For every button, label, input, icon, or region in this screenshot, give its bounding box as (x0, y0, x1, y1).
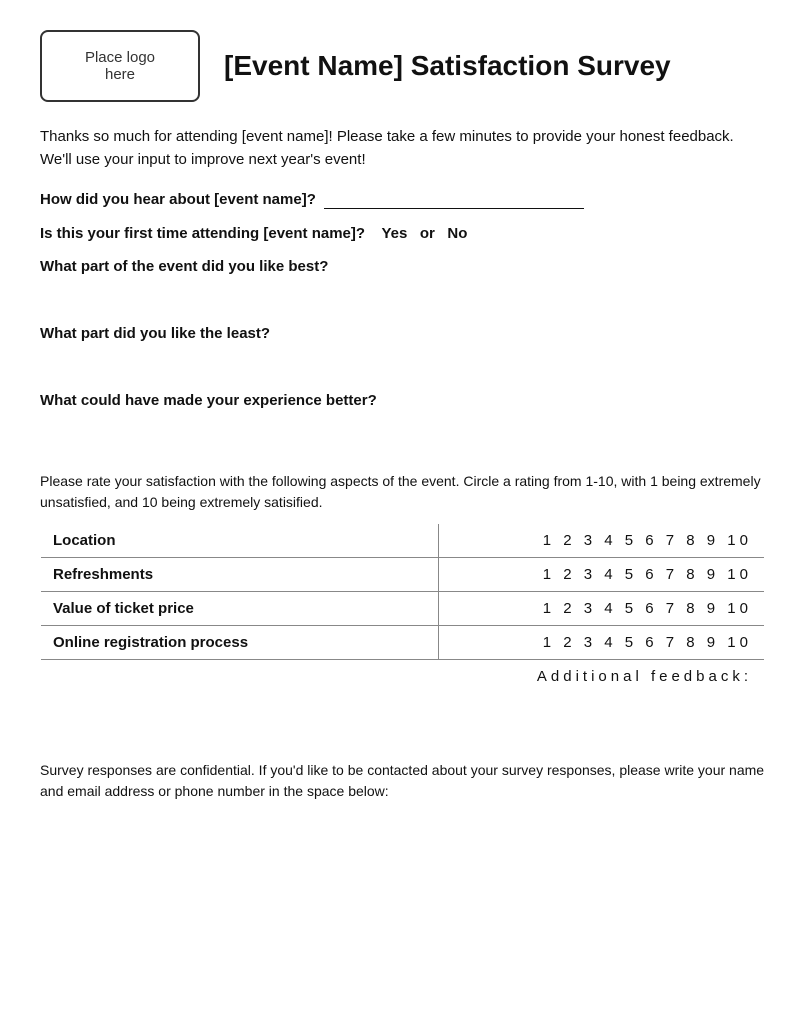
q2-yes: Yes (381, 225, 407, 242)
row-label-location: Location (41, 524, 439, 558)
row-label-ticket: Value of ticket price (41, 592, 439, 626)
question-5: What could have made your experience bet… (40, 392, 765, 409)
row-label-registration: Online registration process (41, 626, 439, 660)
header-section: Place logo here [Event Name] Satisfactio… (40, 30, 765, 102)
q1-label: How did you hear about [event name]? (40, 191, 316, 208)
q4-label: What part did you like the least? (40, 325, 270, 342)
q2-no: No (447, 225, 467, 242)
q4-answer-space (40, 348, 765, 392)
q1-answer-line (324, 191, 584, 209)
question-4: What part did you like the least? (40, 325, 765, 342)
feedback-label: Additional feedback: (41, 660, 765, 740)
q5-label: What could have made your experience bet… (40, 392, 377, 409)
q2-or: or (420, 225, 435, 242)
q2-label: Is this your first time attending [event… (40, 225, 365, 242)
table-row: Location 1 2 3 4 5 6 7 8 9 10 (41, 524, 765, 558)
question-1: How did you hear about [event name]? (40, 191, 765, 209)
row-label-refreshments: Refreshments (41, 558, 439, 592)
survey-title: [Event Name] Satisfaction Survey (224, 50, 671, 82)
intro-paragraph: Thanks so much for attending [event name… (40, 126, 765, 171)
footer-text: Survey responses are confidential. If yo… (40, 760, 765, 802)
q3-label: What part of the event did you like best… (40, 258, 328, 275)
row-ratings-location: 1 2 3 4 5 6 7 8 9 10 (439, 524, 765, 558)
logo-text: Place logo here (85, 49, 155, 83)
q3-answer-space (40, 281, 765, 325)
question-3: What part of the event did you like best… (40, 258, 765, 275)
logo-placeholder: Place logo here (40, 30, 200, 102)
question-2: Is this your first time attending [event… (40, 225, 765, 242)
table-row: Online registration process 1 2 3 4 5 6 … (41, 626, 765, 660)
q5-answer-space (40, 415, 765, 471)
table-row: Value of ticket price 1 2 3 4 5 6 7 8 9 … (41, 592, 765, 626)
rating-intro: Please rate your satisfaction with the f… (40, 471, 765, 513)
table-row: Refreshments 1 2 3 4 5 6 7 8 9 10 (41, 558, 765, 592)
row-ratings-refreshments: 1 2 3 4 5 6 7 8 9 10 (439, 558, 765, 592)
rating-table: Location 1 2 3 4 5 6 7 8 9 10 Refreshmen… (40, 523, 765, 740)
row-ratings-ticket: 1 2 3 4 5 6 7 8 9 10 (439, 592, 765, 626)
row-ratings-registration: 1 2 3 4 5 6 7 8 9 10 (439, 626, 765, 660)
feedback-row: Additional feedback: (41, 660, 765, 740)
